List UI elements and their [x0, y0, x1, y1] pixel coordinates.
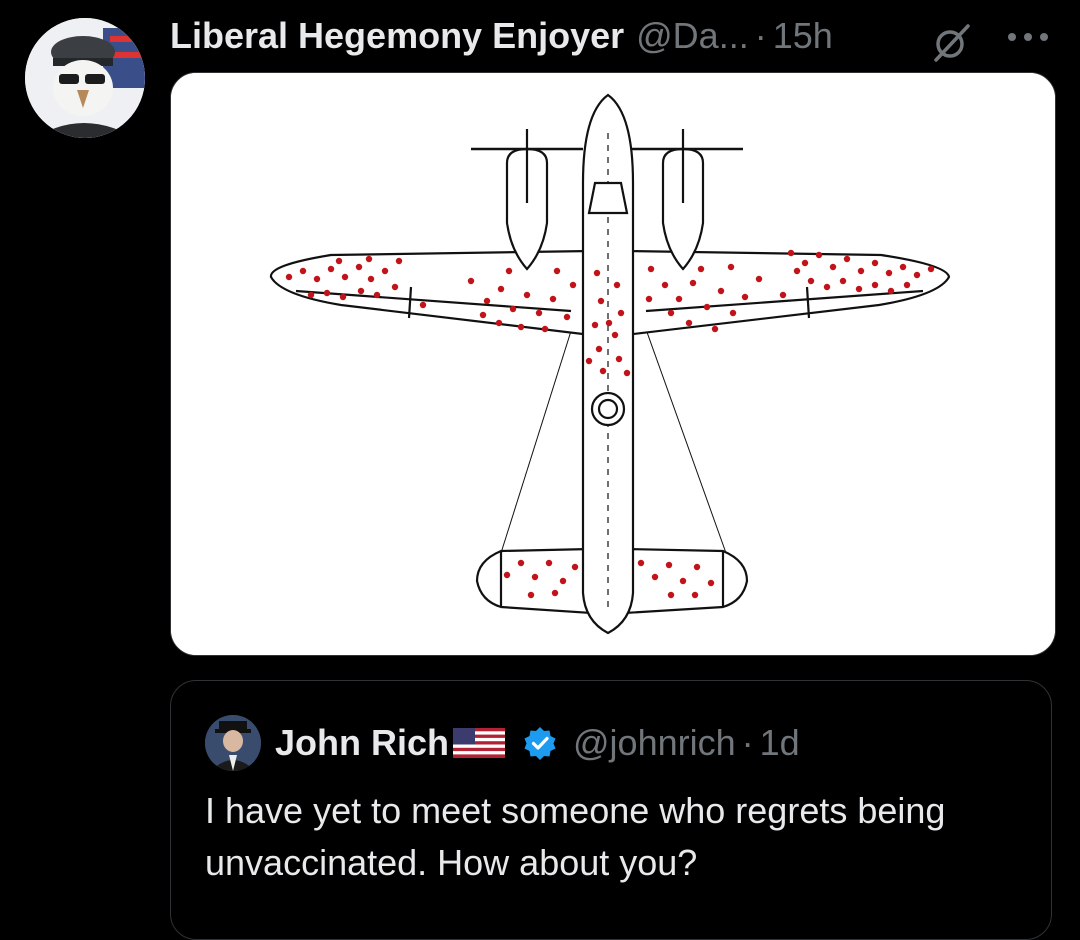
us-flag-icon: [453, 728, 506, 758]
eagle-avatar-icon: [25, 18, 145, 138]
quoted-tweet-header: John Rich @johnrich · 1d: [275, 719, 800, 767]
author-handle[interactable]: @Da...: [636, 15, 749, 57]
tweet-header: Liberal Hegemony Enjoyer @Da... · 15h: [170, 10, 833, 62]
quoted-tweet-text: I have yet to meet someone who regrets b…: [205, 790, 946, 883]
author-avatar[interactable]: [25, 18, 145, 138]
more-options-icon[interactable]: [1004, 30, 1052, 44]
tweet-media-image[interactable]: [170, 72, 1056, 656]
person-avatar-icon: [205, 715, 261, 771]
header-separator: ·: [754, 15, 767, 56]
tweet-timestamp[interactable]: 15h: [773, 15, 833, 57]
quoted-tweet-timestamp[interactable]: 1d: [760, 722, 800, 764]
airplane-bullet-holes-illustration: [171, 73, 1055, 655]
quoted-author-avatar[interactable]: [205, 715, 261, 771]
author-display-name[interactable]: Liberal Hegemony Enjoyer: [170, 15, 624, 57]
grok-icon[interactable]: [930, 20, 974, 64]
quoted-author-handle[interactable]: @johnrich: [573, 722, 736, 764]
quoted-author-display-name[interactable]: John Rich: [275, 722, 449, 764]
quoted-tweet[interactable]: John Rich @johnrich · 1d I have yet to m…: [170, 680, 1052, 940]
verified-badge-icon: [524, 727, 556, 760]
quoted-header-separator: ·: [741, 722, 754, 763]
